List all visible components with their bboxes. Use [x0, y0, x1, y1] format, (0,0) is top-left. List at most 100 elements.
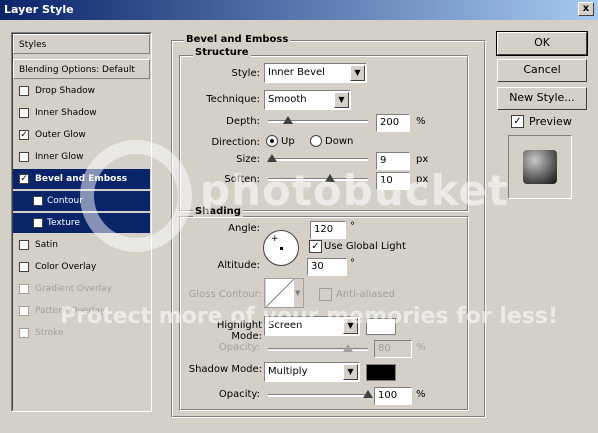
- depth-field[interactable]: 200: [376, 114, 410, 132]
- style-item-label: Outer Glow: [35, 130, 86, 140]
- shadow-color-swatch[interactable]: [366, 364, 396, 381]
- chevron-down-icon: ▼: [350, 65, 365, 81]
- highlight-mode-select[interactable]: Screen ▼: [264, 316, 360, 336]
- style-item-label: Inner Glow: [35, 152, 84, 162]
- direction-up-label: Up: [281, 136, 295, 147]
- highlight-mode-value: Screen: [268, 320, 303, 331]
- highlight-opacity-field[interactable]: 80: [374, 340, 412, 358]
- shadow-opacity-thumb[interactable]: [363, 390, 373, 398]
- style-checkbox[interactable]: [19, 284, 29, 294]
- style-checkbox[interactable]: [33, 196, 43, 206]
- chevron-down-icon: ▼: [334, 92, 349, 108]
- style-checkbox[interactable]: ✓: [19, 130, 29, 140]
- style-checkbox[interactable]: [19, 86, 29, 96]
- highlight-color-swatch[interactable]: [366, 318, 396, 335]
- shadow-mode-value: Multiply: [268, 366, 308, 377]
- depth-slider-thumb[interactable]: [283, 116, 293, 124]
- size-label: Size:: [236, 154, 260, 165]
- style-item-label: Satin: [35, 240, 58, 250]
- style-checkbox[interactable]: [19, 108, 29, 118]
- soften-label: Soften:: [224, 174, 260, 185]
- style-item-label: Blending Options: Default: [19, 65, 135, 75]
- style-select[interactable]: Inner Bevel ▼: [264, 63, 367, 83]
- preview-swatch: [508, 135, 572, 199]
- style-item-label: Pattern Overlay: [35, 306, 106, 316]
- shadow-opacity-unit: %: [416, 389, 426, 400]
- style-item-satin[interactable]: Satin: [13, 235, 150, 255]
- preview-label: Preview: [529, 115, 572, 128]
- size-unit: px: [416, 154, 429, 165]
- cancel-button[interactable]: Cancel: [497, 59, 587, 82]
- style-item-styles[interactable]: Styles: [13, 34, 150, 54]
- style-checkbox[interactable]: [19, 262, 29, 272]
- style-value: Inner Bevel: [268, 67, 325, 78]
- size-slider[interactable]: [268, 158, 368, 161]
- style-item-stroke[interactable]: Stroke: [13, 323, 150, 343]
- technique-value: Smooth: [268, 94, 307, 105]
- direction-down-radio[interactable]: [310, 135, 322, 147]
- angle-field[interactable]: 120: [310, 221, 346, 239]
- depth-label: Depth:: [226, 116, 260, 127]
- style-item-label: Texture: [47, 218, 80, 228]
- angle-unit: °: [350, 221, 355, 232]
- style-item-outer-glow[interactable]: ✓ Outer Glow: [13, 125, 150, 145]
- style-checkbox[interactable]: [19, 306, 29, 316]
- altitude-field[interactable]: 30: [307, 258, 347, 276]
- style-item-label: Drop Shadow: [35, 86, 96, 96]
- shadow-opacity-slider[interactable]: [268, 394, 368, 397]
- gloss-contour-picker[interactable]: ▼: [264, 278, 304, 308]
- style-checkbox[interactable]: [19, 328, 29, 338]
- highlight-opacity-slider[interactable]: [268, 348, 368, 351]
- preview-thumbnail: [523, 150, 557, 184]
- new-style-button[interactable]: New Style...: [497, 87, 587, 110]
- window-title: Layer Style: [4, 3, 74, 16]
- highlight-mode-label: Highlight Mode:: [216, 320, 262, 342]
- size-field[interactable]: 9: [376, 152, 410, 170]
- close-button[interactable]: x: [578, 2, 594, 16]
- depth-unit: %: [416, 116, 426, 127]
- angle-dial[interactable]: +: [263, 230, 299, 266]
- style-checkbox[interactable]: ✓: [19, 174, 29, 184]
- size-slider-thumb[interactable]: [267, 154, 277, 162]
- technique-label: Technique:: [206, 94, 260, 105]
- chevron-down-icon: ▼: [343, 318, 358, 334]
- soften-slider-thumb[interactable]: [325, 174, 335, 182]
- soften-field[interactable]: 10: [376, 172, 410, 190]
- use-global-light-checkbox[interactable]: ✓: [309, 240, 322, 253]
- style-item-pattern-overlay[interactable]: Pattern Overlay: [13, 301, 150, 321]
- style-item-bevel-and-emboss[interactable]: ✓ Bevel and Emboss: [13, 169, 150, 189]
- shadow-opacity-field[interactable]: 100: [374, 387, 412, 405]
- direction-down-label: Down: [325, 136, 354, 147]
- style-checkbox[interactable]: [19, 240, 29, 250]
- shadow-mode-label: Shadow Mode:: [188, 364, 262, 375]
- highlight-opacity-thumb[interactable]: [343, 344, 353, 352]
- style-checkbox[interactable]: [33, 218, 43, 228]
- structure-title: Structure: [193, 47, 251, 58]
- style-label: Style:: [231, 68, 261, 79]
- shadow-mode-select[interactable]: Multiply ▼: [264, 362, 360, 382]
- technique-select[interactable]: Smooth ▼: [264, 90, 351, 110]
- anti-aliased-checkbox[interactable]: [319, 288, 332, 301]
- preview-checkbox[interactable]: ✓: [511, 115, 524, 128]
- style-item-color-overlay[interactable]: Color Overlay: [13, 257, 150, 277]
- style-item-inner-shadow[interactable]: Inner Shadow: [13, 103, 150, 123]
- style-item-label: Color Overlay: [35, 262, 97, 272]
- style-item-texture[interactable]: Texture: [13, 213, 150, 233]
- style-item-blending-options-default[interactable]: Blending Options: Default: [13, 59, 150, 79]
- chevron-down-icon: ▼: [295, 289, 301, 297]
- style-item-label: Styles: [19, 40, 47, 50]
- direction-label: Direction:: [211, 137, 260, 148]
- shadow-opacity-label: Opacity:: [218, 389, 260, 400]
- style-item-contour[interactable]: Contour: [13, 191, 150, 211]
- soften-slider[interactable]: [268, 178, 368, 181]
- styles-list: Styles Blending Options: Default Drop Shad…: [11, 32, 152, 412]
- style-item-gradient-overlay[interactable]: Gradient Overlay: [13, 279, 150, 299]
- style-item-drop-shadow[interactable]: Drop Shadow: [13, 81, 150, 101]
- gloss-contour-label: Gloss Contour:: [188, 289, 262, 300]
- style-checkbox[interactable]: [19, 152, 29, 162]
- soften-unit: px: [416, 174, 429, 185]
- use-global-light-label: Use Global Light: [324, 241, 406, 252]
- style-item-inner-glow[interactable]: Inner Glow: [13, 147, 150, 167]
- ok-button[interactable]: OK: [496, 31, 588, 56]
- direction-up-radio[interactable]: [266, 135, 278, 147]
